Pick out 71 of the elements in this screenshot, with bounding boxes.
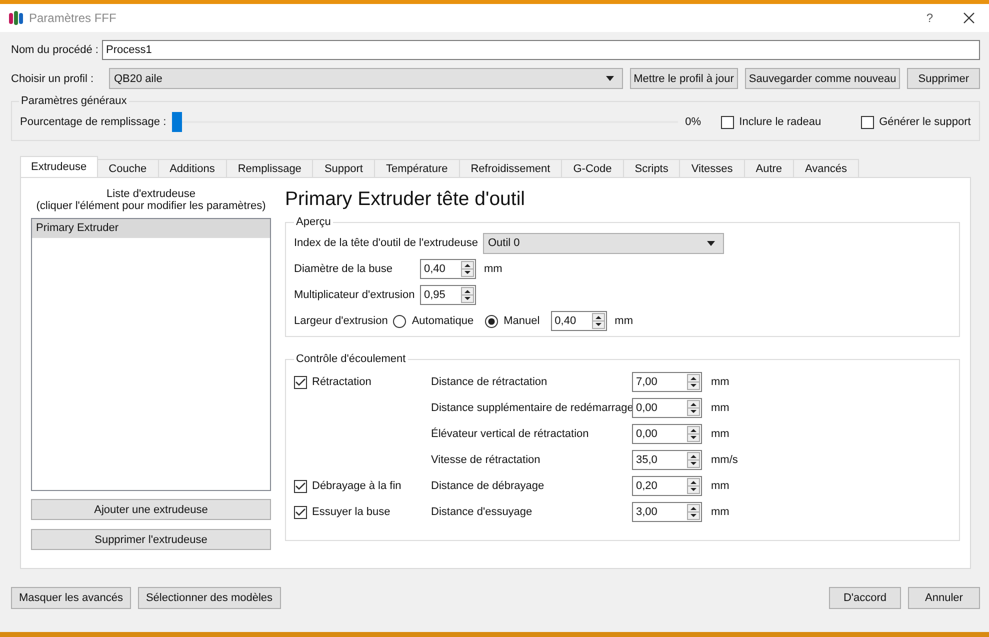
unit-label: mm [711,506,730,518]
number-field[interactable]: 7,00 [632,372,702,392]
process-name-field[interactable]: Process1 [102,40,980,60]
profile-button[interactable]: Sauvegarder comme nouveau [744,68,900,89]
number-field[interactable]: 0,95 [420,285,476,305]
profile-button[interactable]: Mettre le profil à jour [630,68,738,89]
unit-label: mm [711,402,730,414]
tab[interactable]: Refroidissement [460,159,562,177]
field-label: Distance de débrayage [431,480,546,492]
unit-label: mm [711,376,730,388]
field-label: Distance de rétractation [431,376,548,388]
list-heading: Liste d'extrudeuse [106,188,196,200]
slider-value: 0% [685,116,702,128]
field-label: Distance supplémentaire de redémarrage [431,402,632,414]
profile-button[interactable]: Supprimer [907,68,980,89]
unit-label: mm [711,428,730,440]
panel-title: Primary Extruder tête d'outil [285,188,526,211]
number-field[interactable]: 0,20 [632,476,702,496]
tab[interactable]: Additions [158,159,227,177]
footer-button[interactable]: Sélectionner des modèles [138,587,281,609]
list-item[interactable]: Primary Extruder [32,219,270,238]
field-label: Vitesse de rétractation [431,454,542,466]
footer-button[interactable]: D'accord [829,587,901,609]
group-title: Aperçu [295,216,332,228]
tool-index-dropdown[interactable]: Outil 0 [483,232,724,254]
unit-label: mm [614,315,633,327]
number-field[interactable]: 0,00 [632,424,702,444]
checkbox-label: Rétractation [312,376,372,388]
window-title: Paramètres FFF [29,11,116,25]
radio-label: Automatique [412,315,474,327]
radio-label: Manuel [504,315,540,327]
tab[interactable]: Extrudeuse [20,156,98,177]
help-button[interactable]: ? [926,11,933,25]
tab[interactable]: Vitesses [680,159,745,177]
tab[interactable]: Remplissage [226,159,314,177]
field-label: Nom du procédé : [11,44,100,56]
field-label: Choisir un profil : [11,72,95,84]
extruder-button[interactable]: Supprimer l'extrudeuse [31,529,271,550]
tab[interactable]: Couche [98,159,159,177]
tab[interactable]: Avancés [794,159,860,177]
tab[interactable]: Support [313,159,375,177]
number-field[interactable]: 0,40 [550,311,607,331]
number-field[interactable]: 35,0 [632,450,702,470]
tab[interactable]: G-Code [562,159,624,177]
field-label: Distance d'essuyage [431,506,534,518]
number-field[interactable]: 3,00 [632,502,702,522]
group-title: Paramètres généraux [20,95,128,107]
extruder-button[interactable]: Ajouter une extrudeuse [31,499,271,520]
field-label: Élévateur vertical de rétractation [431,428,590,440]
unit-label: mm [711,480,730,492]
list-hint: (cliquer l'élément pour modifier les paramètres) [35,200,267,212]
field-label: Index de la tête d'outil de l'extrudeuse [294,237,478,249]
field-label: Diamètre de la buse [294,263,394,275]
slider-label: Pourcentage de remplissage : [20,116,166,128]
tab[interactable]: Autre [744,159,794,177]
footer-button[interactable]: Annuler [908,587,980,609]
field-label: Largeur d'extrusion [294,315,388,327]
tab[interactable]: Température [374,159,460,177]
number-field[interactable]: 0,00 [632,398,702,418]
checkbox-label: Inclure le radeau [739,116,822,128]
checkbox-label: Générer le support [879,116,971,128]
checkbox-label: Débrayage à la fin [312,480,402,492]
profile-dropdown[interactable]: QB20 aile [109,68,623,89]
field-label: Multiplicateur d'extrusion [294,289,415,301]
unit-label: mm/s [711,454,738,466]
unit-label: mm [484,263,502,275]
group-title: Contrôle d'écoulement [295,353,407,365]
checkbox-label: Essuyer la buse [312,506,390,518]
tab[interactable]: Scripts [624,159,680,177]
footer-button[interactable]: Masquer les avancés [11,587,131,609]
number-field[interactable]: 0,40 [420,259,476,279]
